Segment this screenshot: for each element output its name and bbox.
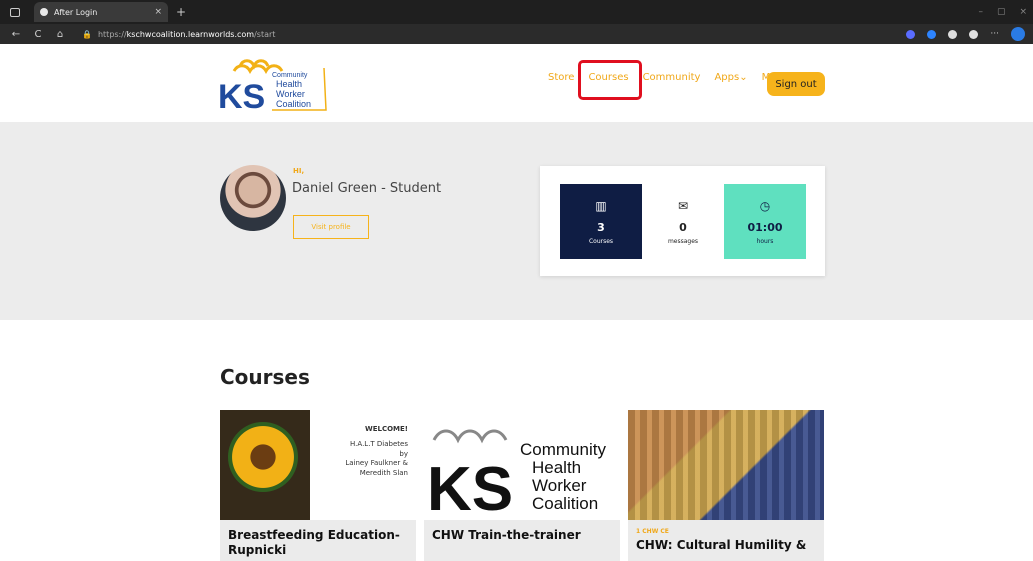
stat-messages-value: 0 bbox=[679, 220, 687, 234]
stat-hours[interactable]: ◷ 01:00 hours bbox=[724, 184, 806, 259]
thumb-line-2: H.A.L.T Diabetes bbox=[350, 440, 408, 449]
main-nav: Store Courses Community Apps⌄ Me⌄ bbox=[548, 60, 785, 100]
logo-line-4: Coalition bbox=[276, 99, 311, 109]
nav-community[interactable]: Community bbox=[643, 72, 701, 83]
extension-2-icon[interactable] bbox=[927, 29, 937, 39]
logo-letters: KS bbox=[218, 78, 265, 114]
sunflower-logo-icon bbox=[432, 429, 508, 444]
maximize-button[interactable]: ▢ bbox=[997, 7, 1006, 17]
nav-apps-label: Apps bbox=[714, 72, 740, 83]
course-meta: 1 CHW CE CHW: Cultural Humility & bbox=[628, 520, 824, 561]
sign-out-button[interactable]: Sign out bbox=[767, 72, 825, 96]
stats-card: ▥ 3 Courses ✉ 0 messages ◷ 01:00 hours bbox=[540, 166, 825, 276]
thumb-line-5: Meredith Slan bbox=[359, 468, 408, 477]
profile-hero: HI, Daniel Green - Student Visit profile… bbox=[0, 122, 1033, 320]
book-icon: ▥ bbox=[595, 198, 607, 213]
thumb-logo-line-4: Coalition bbox=[532, 494, 598, 513]
extension-1-icon[interactable] bbox=[906, 29, 916, 39]
visit-profile-button[interactable]: Visit profile bbox=[293, 215, 369, 239]
tab-close-icon[interactable]: × bbox=[154, 7, 162, 17]
greeting: HI, bbox=[293, 167, 305, 175]
reload-button[interactable]: C bbox=[32, 29, 44, 40]
sunflower-logo-icon bbox=[232, 59, 284, 75]
stat-courses-value: 3 bbox=[597, 220, 605, 234]
extension-3-icon[interactable] bbox=[948, 29, 958, 39]
logo-line-2: Health bbox=[276, 79, 302, 89]
course-meta: Breastfeeding Education-Rupnicki bbox=[220, 520, 416, 561]
thumb-line-4: Lainey Faulkner & bbox=[345, 459, 408, 468]
nav-courses[interactable]: Courses bbox=[578, 60, 643, 100]
stat-hours-label: hours bbox=[756, 237, 774, 245]
url-host: kschwcoalition.learnworlds.com bbox=[126, 29, 255, 39]
ce-credit-label: 1 CHW CE bbox=[636, 528, 669, 535]
url-path: /start bbox=[254, 29, 276, 39]
browser-tab-active[interactable]: After Login × bbox=[34, 2, 168, 22]
thumb-logo-line-3: Worker bbox=[532, 476, 587, 495]
tab-favicon-icon bbox=[40, 8, 48, 16]
course-thumbnail: KS Community Health Worker Coalition bbox=[424, 410, 620, 520]
thumb-logo-line-2: Health bbox=[532, 458, 581, 477]
close-window-button[interactable]: × bbox=[1019, 7, 1027, 17]
bing-icon[interactable] bbox=[1011, 27, 1025, 41]
site-header: KS Community Health Worker Coalition Sto… bbox=[0, 44, 1033, 122]
course-card[interactable]: WELCOME! H.A.L.T Diabetes by Lainey Faul… bbox=[220, 410, 416, 561]
course-title[interactable]: CHW Train-the-trainer bbox=[432, 528, 612, 543]
avatar[interactable] bbox=[220, 165, 286, 231]
site-logo[interactable]: KS Community Health Worker Coalition bbox=[218, 52, 328, 114]
stat-messages[interactable]: ✉ 0 messages bbox=[642, 184, 724, 259]
new-tab-button[interactable]: + bbox=[176, 5, 186, 19]
window-menu-icon[interactable] bbox=[10, 7, 20, 17]
stat-messages-label: messages bbox=[667, 237, 699, 245]
thumb-logo-line-1: Community bbox=[520, 440, 606, 459]
extension-bar: ··· bbox=[906, 27, 1025, 41]
mail-icon: ✉ bbox=[677, 198, 689, 213]
crowd-image bbox=[628, 410, 824, 520]
clock-icon: ◷ bbox=[759, 198, 771, 213]
url-prefix: https:// bbox=[97, 29, 127, 39]
nav-apps[interactable]: Apps⌄ bbox=[714, 72, 747, 83]
course-title[interactable]: Breastfeeding Education-Rupnicki bbox=[228, 528, 408, 558]
url-field[interactable]: 🔒 https:// kschwcoalition.learnworlds.co… bbox=[82, 30, 275, 39]
chevron-down-icon: ⌄ bbox=[739, 72, 748, 83]
thumb-line-1: WELCOME! bbox=[365, 425, 408, 433]
stat-courses-label: Courses bbox=[588, 237, 614, 245]
course-thumbnail: WELCOME! H.A.L.T Diabetes by Lainey Faul… bbox=[220, 410, 416, 520]
thumb-logo-letters: KS bbox=[427, 455, 513, 520]
stat-courses[interactable]: ▥ 3 Courses bbox=[560, 184, 642, 259]
logo-line-3: Worker bbox=[276, 89, 305, 99]
lock-icon: 🔒 bbox=[82, 29, 92, 39]
courses-heading: Courses bbox=[220, 365, 310, 389]
thumb-text: WELCOME! H.A.L.T Diabetes by Lainey Faul… bbox=[345, 425, 408, 478]
back-button[interactable]: ← bbox=[10, 29, 22, 40]
course-title[interactable]: CHW: Cultural Humility & bbox=[636, 538, 816, 553]
stat-hours-value: 01:00 bbox=[747, 220, 783, 234]
ks-logo-thumbnail: KS Community Health Worker Coalition bbox=[427, 429, 606, 520]
course-card[interactable]: 1 CHW CE CHW: Cultural Humility & bbox=[628, 410, 824, 561]
more-menu-icon[interactable]: ··· bbox=[990, 29, 999, 39]
course-meta: CHW Train-the-trainer bbox=[424, 520, 620, 561]
profile-avatar-icon[interactable] bbox=[969, 29, 979, 39]
thumb-line-3: by bbox=[399, 449, 408, 458]
tab-title: After Login bbox=[54, 7, 98, 17]
home-button[interactable]: ⌂ bbox=[54, 29, 66, 40]
window-controls: – ▢ × bbox=[978, 7, 1027, 17]
nav-store[interactable]: Store bbox=[548, 72, 574, 83]
minimize-button[interactable]: – bbox=[978, 7, 983, 17]
sunflower-image-icon bbox=[228, 422, 298, 492]
course-thumbnail bbox=[628, 410, 824, 520]
user-name: Daniel Green - Student bbox=[292, 181, 442, 196]
logo-line-1: Community bbox=[272, 72, 308, 79]
browser-tabbar: After Login × + – ▢ × bbox=[0, 0, 1033, 24]
course-card[interactable]: KS Community Health Worker Coalition CHW… bbox=[424, 410, 620, 561]
address-bar: ← C ⌂ 🔒 https:// kschwcoalition.learnwor… bbox=[0, 24, 1033, 44]
